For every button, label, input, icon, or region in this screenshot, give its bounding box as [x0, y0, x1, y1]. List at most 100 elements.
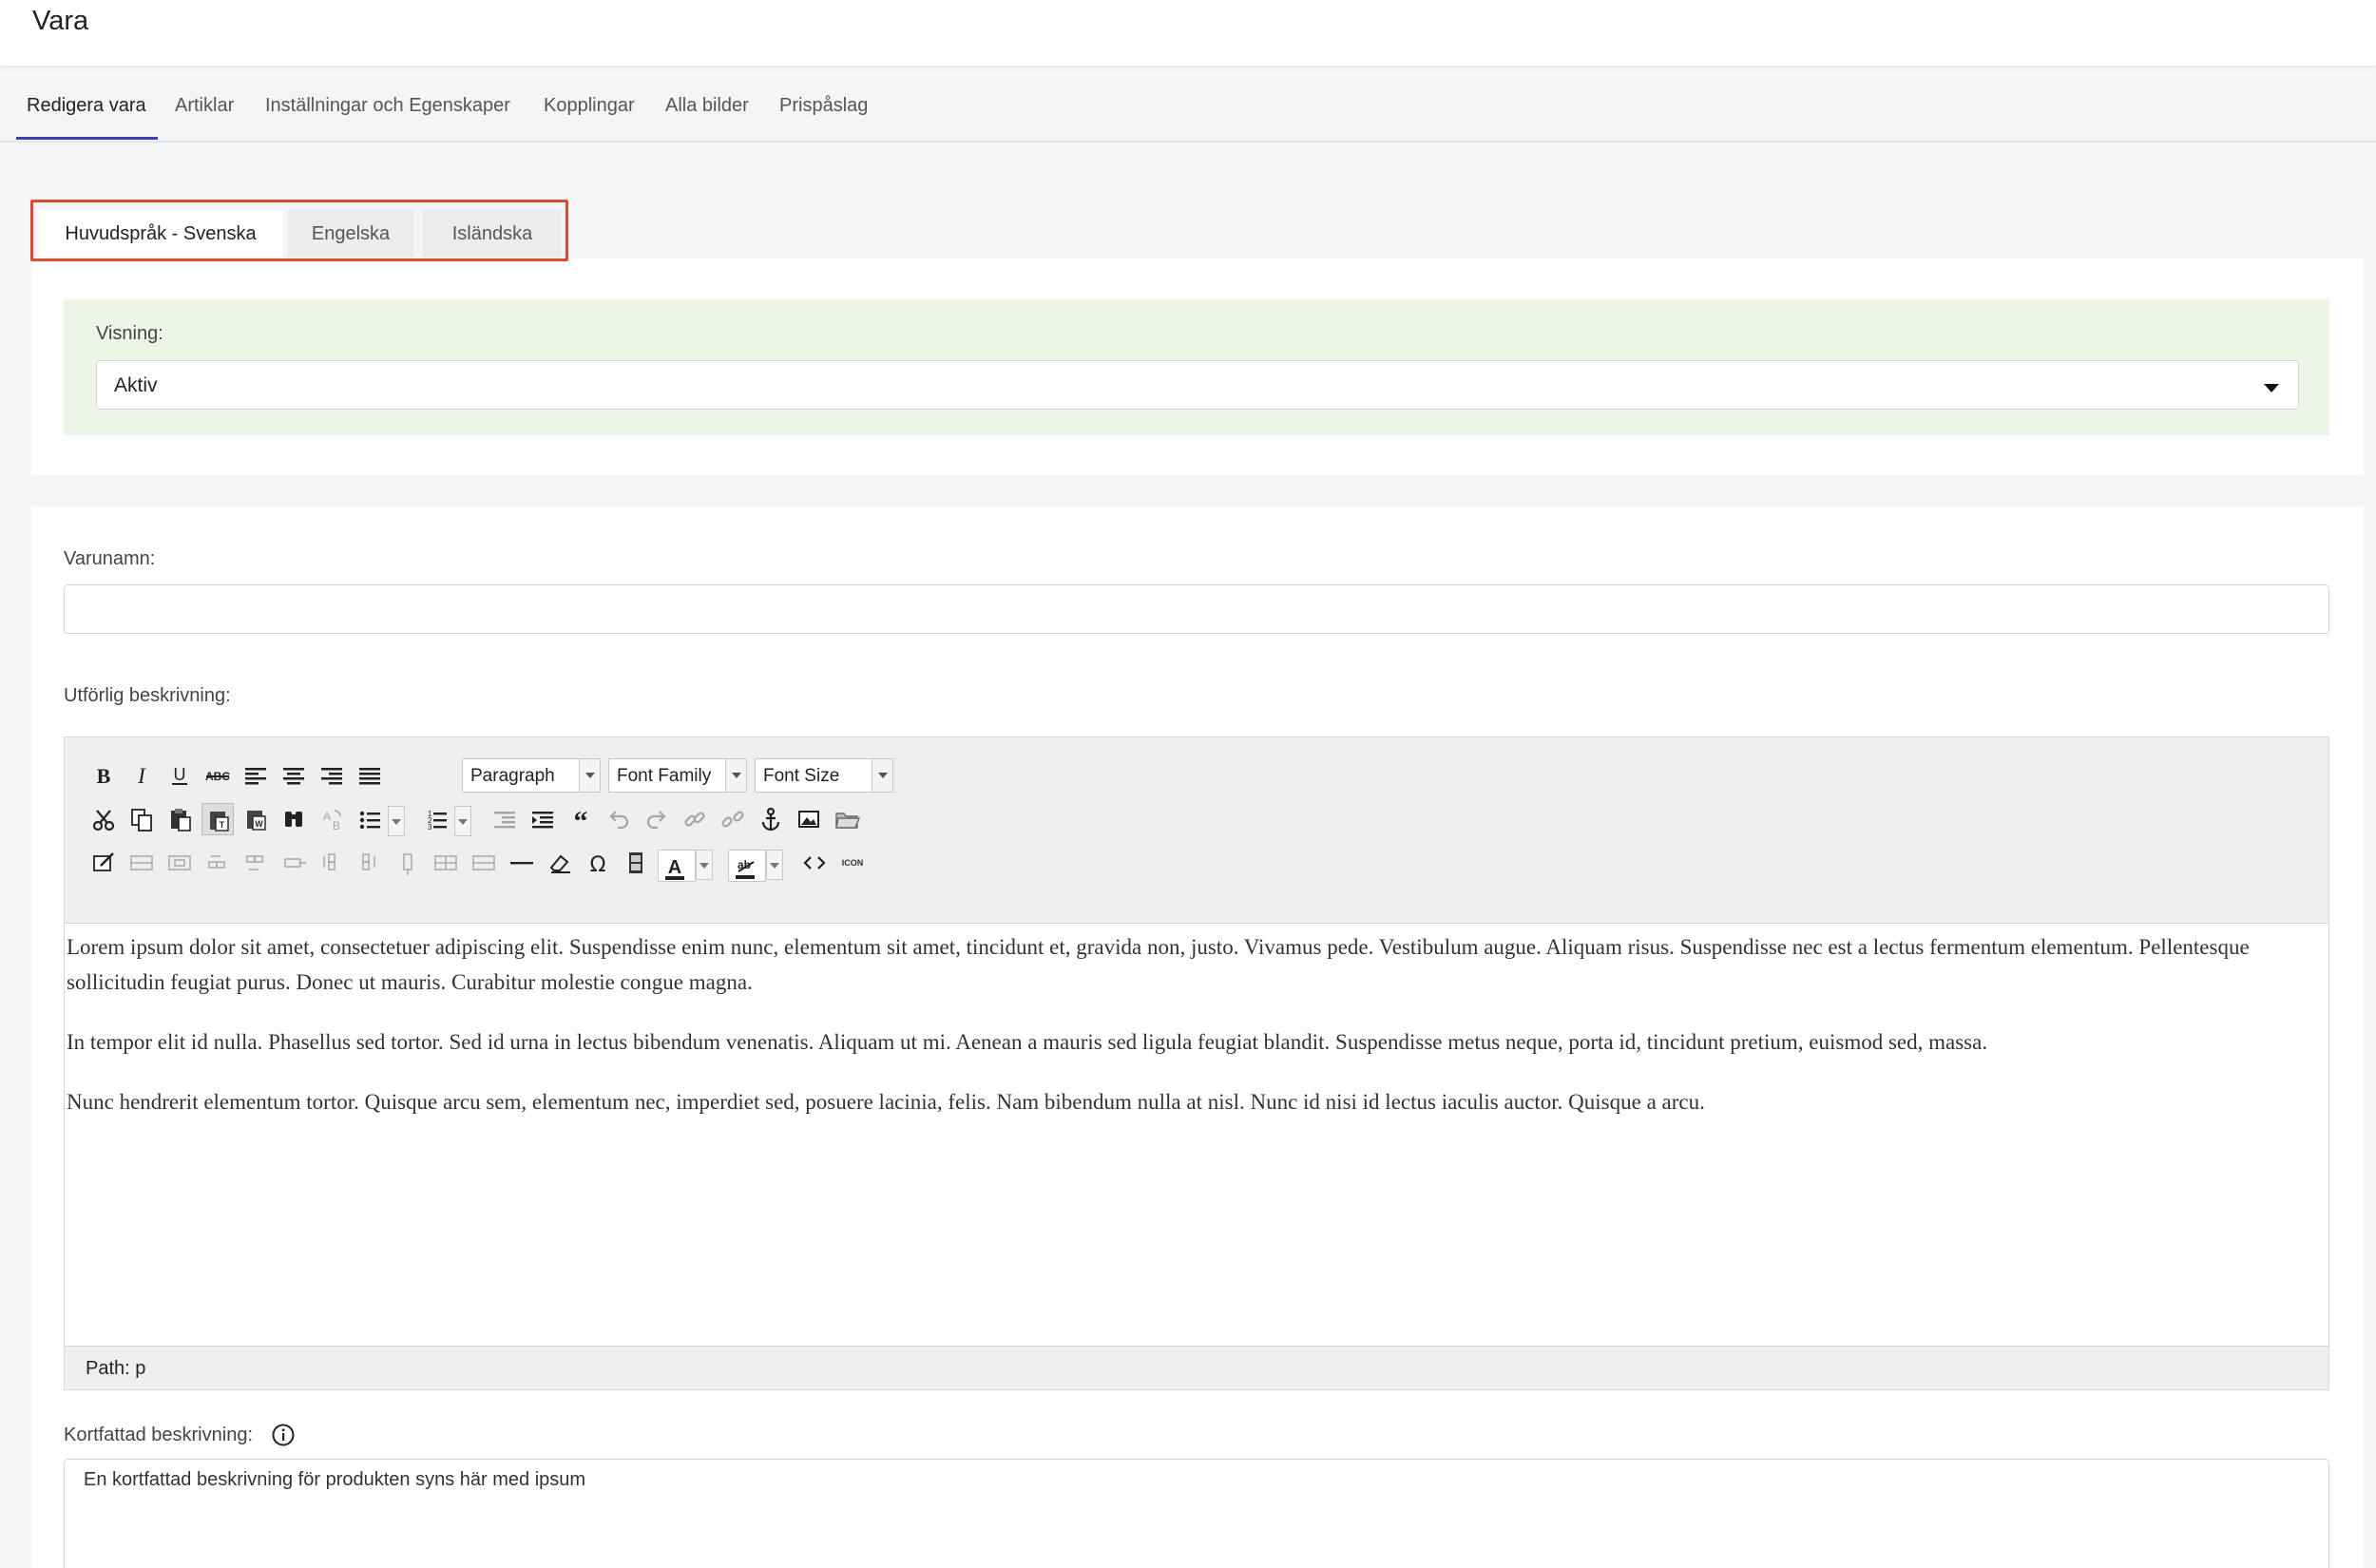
- editor-content[interactable]: Lorem ipsum dolor sit amet, consectetuer…: [65, 926, 2328, 1344]
- tab-alla-bilder[interactable]: Alla bilder: [665, 95, 749, 117]
- tab-redigera-vara[interactable]: Redigera vara: [27, 95, 146, 117]
- font-family-select-value: Font Family: [617, 766, 712, 786]
- delete-row-icon[interactable]: [278, 847, 310, 879]
- text-color-icon[interactable]: A: [658, 850, 696, 882]
- page-title: Vara: [32, 6, 89, 36]
- chevron-down-icon[interactable]: [766, 850, 783, 880]
- tab-kopplingar[interactable]: Kopplingar: [544, 95, 635, 117]
- redo-icon[interactable]: [641, 803, 673, 835]
- insert-col-after-icon[interactable]: [354, 847, 386, 879]
- chevron-down-icon[interactable]: [696, 850, 713, 880]
- editor-paragraph: In tempor elit id nulla. Phasellus sed t…: [67, 1030, 1988, 1054]
- editor-toolbar: B I U ABC Paragraph Font Family Font Siz…: [65, 737, 2328, 924]
- visibility-panel: Visning: Aktiv: [31, 258, 2364, 475]
- active-tab-indicator: [16, 137, 158, 140]
- align-center-icon[interactable]: [278, 759, 310, 792]
- media-icon[interactable]: [620, 847, 652, 879]
- table-cell-props-icon[interactable]: [163, 847, 196, 879]
- chevron-down-icon: [579, 759, 600, 792]
- editor-paragraph: Nunc hendrerit elementum tortor. Quisque…: [67, 1090, 1705, 1114]
- find-replace-icon[interactable]: AB: [316, 803, 348, 835]
- delete-col-icon[interactable]: [392, 847, 424, 879]
- lang-tab-svenska[interactable]: Huvudspråk - Svenska: [39, 210, 282, 258]
- format-select[interactable]: Paragraph: [462, 758, 601, 793]
- bullet-list-icon[interactable]: [354, 803, 386, 835]
- svg-text:Ω: Ω: [590, 853, 606, 877]
- svg-text:W: W: [255, 819, 263, 829]
- svg-text:A: A: [668, 857, 681, 878]
- svg-text:B: B: [333, 819, 340, 832]
- align-right-icon[interactable]: [316, 759, 348, 792]
- blockquote-icon[interactable]: “: [565, 803, 597, 835]
- font-size-select-value: Font Size: [763, 766, 840, 786]
- image-icon[interactable]: [793, 803, 825, 835]
- svg-text:I: I: [137, 764, 146, 788]
- insert-col-before-icon[interactable]: [316, 847, 348, 879]
- italic-icon[interactable]: I: [125, 759, 158, 792]
- short-description-textarea[interactable]: En kortfattad beskrivning för produkten …: [64, 1459, 2329, 1568]
- link-icon[interactable]: [679, 803, 711, 835]
- top-bar: Vara: [0, 0, 2376, 66]
- product-details-panel: Varunamn: Utförlig beskrivning: B I U AB…: [31, 507, 2364, 1568]
- visibility-select[interactable]: Aktiv: [96, 360, 2299, 410]
- paste-icon[interactable]: [163, 803, 196, 835]
- rich-text-editor: B I U ABC Paragraph Font Family Font Siz…: [64, 736, 2329, 1390]
- remove-format-icon[interactable]: [544, 847, 576, 879]
- info-icon[interactable]: [271, 1423, 296, 1447]
- tab-artiklar[interactable]: Artiklar: [175, 95, 234, 117]
- table-row-props-icon[interactable]: [125, 847, 158, 879]
- lang-tab-engelska[interactable]: Engelska: [288, 210, 413, 258]
- edit-css-icon[interactable]: [87, 847, 120, 879]
- editor-path-bar: Path: p: [65, 1346, 2328, 1389]
- paste-word-icon[interactable]: W: [240, 803, 272, 835]
- editor-paragraph: Lorem ipsum dolor sit amet, consectetuer…: [67, 935, 2250, 994]
- visibility-select-value: Aktiv: [114, 374, 158, 396]
- product-name-label: Varunamn:: [64, 548, 156, 569]
- code-view-icon[interactable]: [798, 847, 831, 879]
- paste-text-icon[interactable]: T: [201, 803, 234, 835]
- file-manager-icon[interactable]: [831, 803, 863, 835]
- caret-down-icon: [2264, 384, 2279, 392]
- chevron-down-icon[interactable]: [388, 806, 405, 836]
- indent-icon[interactable]: [527, 803, 559, 835]
- copy-icon[interactable]: [125, 803, 158, 835]
- format-select-value: Paragraph: [470, 766, 555, 786]
- svg-text:U: U: [174, 765, 186, 784]
- unlink-icon[interactable]: [717, 803, 749, 835]
- tab-installningar-och-egenskaper[interactable]: Inställningar och Egenskaper: [265, 95, 510, 117]
- outdent-icon[interactable]: [489, 803, 521, 835]
- tab-prispaslag[interactable]: Prispåslag: [779, 95, 868, 117]
- chevron-down-icon[interactable]: [454, 806, 471, 836]
- underline-icon[interactable]: U: [163, 759, 196, 792]
- visibility-label: Visning:: [96, 323, 163, 344]
- background-color-icon[interactable]: ab: [728, 850, 766, 882]
- align-justify-icon[interactable]: [354, 759, 386, 792]
- font-family-select[interactable]: Font Family: [608, 758, 747, 793]
- nav-tabs: Redigera vara Artiklar Inställningar och…: [0, 82, 2376, 143]
- chevron-down-icon: [872, 759, 892, 792]
- undo-icon[interactable]: [603, 803, 635, 835]
- svg-text:A: A: [323, 810, 331, 823]
- svg-text:B: B: [97, 764, 111, 788]
- special-char-icon[interactable]: Ω: [582, 847, 614, 879]
- cut-icon[interactable]: [87, 803, 120, 835]
- product-name-input[interactable]: [64, 584, 2329, 634]
- numbered-list-icon[interactable]: 123: [420, 803, 452, 835]
- strikethrough-icon[interactable]: ABC: [201, 759, 234, 792]
- insert-row-after-icon[interactable]: [240, 847, 272, 879]
- horizontal-rule-icon[interactable]: [506, 847, 538, 879]
- find-icon[interactable]: [278, 803, 310, 835]
- split-cells-icon[interactable]: [430, 847, 462, 879]
- anchor-icon[interactable]: [755, 803, 787, 835]
- svg-text:ICON: ICON: [842, 858, 864, 868]
- short-description-label: Kortfattad beskrivning:: [64, 1425, 253, 1445]
- align-left-icon[interactable]: [240, 759, 272, 792]
- insert-row-before-icon[interactable]: [201, 847, 234, 879]
- icon-insert-icon[interactable]: ICON: [836, 847, 869, 879]
- bold-icon[interactable]: B: [87, 759, 120, 792]
- visibility-box: Visning: Aktiv: [64, 299, 2329, 435]
- svg-text:“: “: [574, 806, 588, 835]
- lang-tab-islandska[interactable]: Isländska: [423, 210, 562, 258]
- font-size-select[interactable]: Font Size: [755, 758, 893, 793]
- merge-cells-icon[interactable]: [468, 847, 500, 879]
